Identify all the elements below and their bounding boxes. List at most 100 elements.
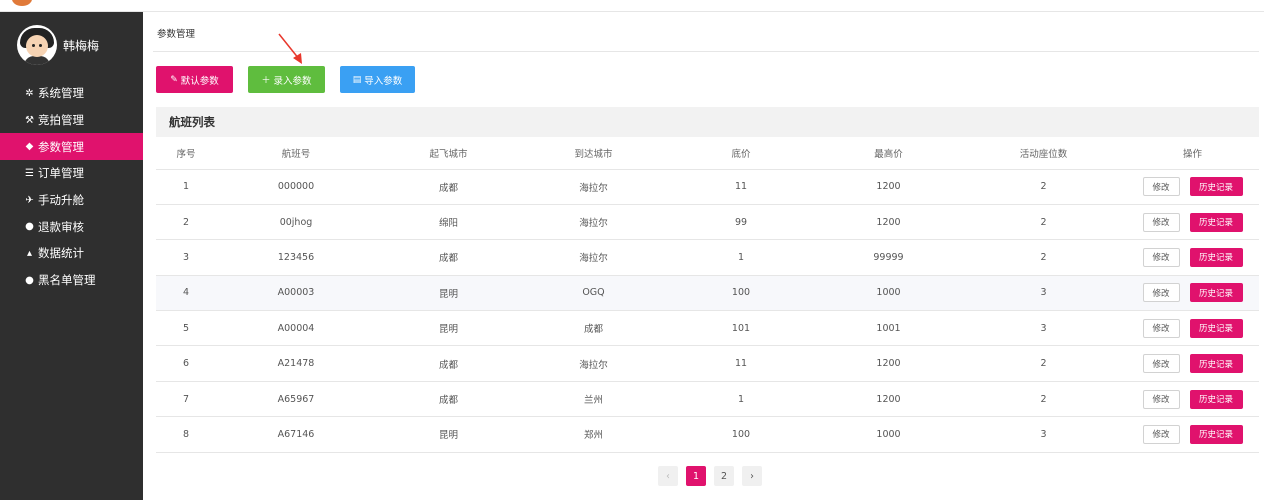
cell-max-price: 1200 <box>816 204 961 241</box>
sidebar-item-orders[interactable]: ☰ 订单管理 <box>0 160 143 187</box>
edit-icon: ✎ <box>170 74 178 85</box>
sidebar-item-params[interactable]: ◆ 参数管理 <box>0 133 143 161</box>
cell-max-price: 1001 <box>816 310 961 347</box>
annotation-arrow-icon <box>278 33 302 64</box>
sidebar-item-label: 参数管理 <box>38 139 84 154</box>
history-button[interactable]: 历史记录 <box>1189 354 1243 374</box>
page-button-2[interactable]: 2 <box>714 466 734 486</box>
table-row: 3 123456 成都 海拉尔 1 99999 2 修改 历史记录 <box>156 239 1259 276</box>
cell-max-price: 1200 <box>816 169 961 205</box>
cell-index: 3 <box>156 239 216 276</box>
cell-floor-price: 100 <box>666 275 816 312</box>
col-header-arrival: 到达城市 <box>521 137 666 170</box>
cell-max-price: 1000 <box>816 275 961 312</box>
sidebar-item-label: 退款审核 <box>38 219 84 234</box>
flight-table: 序号 航班号 起飞城市 到达城市 底价 最高价 活动座位数 操作 1 00000… <box>156 137 1259 453</box>
divider <box>153 51 1259 52</box>
cell-index: 4 <box>156 275 216 312</box>
cell-arrival: 兰州 <box>521 381 666 418</box>
cell-seats: 2 <box>961 239 1126 276</box>
cell-departure: 绵阳 <box>376 204 521 241</box>
cell-seats: 2 <box>961 204 1126 241</box>
history-button[interactable]: 历史记录 <box>1189 389 1243 409</box>
top-bar <box>0 0 1264 12</box>
cell-arrival: OGQ <box>521 275 666 312</box>
history-button[interactable]: 历史记录 <box>1189 424 1243 444</box>
history-button[interactable]: 历史记录 <box>1189 318 1243 338</box>
cell-floor-price: 99 <box>666 204 816 241</box>
import-params-button[interactable]: ▤ 导入参数 <box>340 66 415 93</box>
sidebar-item-stats[interactable]: ▴ 数据统计 <box>0 240 143 267</box>
edit-button[interactable]: 修改 <box>1142 212 1180 232</box>
cell-departure: 昆明 <box>376 310 521 347</box>
next-page-button[interactable]: › <box>742 466 762 486</box>
table-row: 8 A67146 昆明 郑州 100 1000 3 修改 历史记录 <box>156 416 1259 453</box>
cell-flight-no: A21478 <box>216 345 376 382</box>
table-row: 2 00jhog 绵阳 海拉尔 99 1200 2 修改 历史记录 <box>156 204 1259 241</box>
cell-arrival: 海拉尔 <box>521 239 666 276</box>
cell-actions: 修改 历史记录 <box>1126 204 1259 241</box>
default-params-button[interactable]: ✎ 默认参数 <box>156 66 233 93</box>
cell-flight-no: 123456 <box>216 239 376 276</box>
sidebar-item-blacklist[interactable]: ● 黑名单管理 <box>0 267 143 294</box>
cell-departure: 昆明 <box>376 275 521 312</box>
history-button[interactable]: 历史记录 <box>1189 177 1243 197</box>
history-button[interactable]: 历史记录 <box>1189 212 1243 232</box>
cell-floor-price: 1 <box>666 381 816 418</box>
cell-seats: 2 <box>961 381 1126 418</box>
users-icon: ● <box>25 274 34 286</box>
cell-index: 6 <box>156 345 216 382</box>
cell-seats: 2 <box>961 169 1126 205</box>
cell-seats: 3 <box>961 310 1126 347</box>
default-params-label: 默认参数 <box>180 75 219 87</box>
sidebar-item-refund[interactable]: ● 退款审核 <box>0 213 143 240</box>
cell-arrival: 郑州 <box>521 416 666 453</box>
pagination: ‹ 1 2 › <box>658 466 762 486</box>
edit-button[interactable]: 修改 <box>1142 424 1180 444</box>
table-row: 6 A21478 成都 海拉尔 11 1200 2 修改 历史记录 <box>156 345 1259 382</box>
cell-actions: 修改 历史记录 <box>1126 239 1259 276</box>
history-button[interactable]: 历史记录 <box>1189 283 1243 303</box>
cell-arrival: 成都 <box>521 310 666 347</box>
edit-button[interactable]: 修改 <box>1142 354 1180 374</box>
sidebar-item-system[interactable]: ✲ 系统管理 <box>0 80 143 107</box>
cell-departure: 昆明 <box>376 416 521 453</box>
cell-arrival: 海拉尔 <box>521 169 666 205</box>
user-icon: ● <box>25 221 34 233</box>
table-row: 5 A00004 昆明 成都 101 1001 3 修改 历史记录 <box>156 310 1259 347</box>
add-params-button[interactable]: ＋ 录入参数 <box>248 66 325 93</box>
cell-floor-price: 100 <box>666 416 816 453</box>
cell-index: 2 <box>156 204 216 241</box>
edit-button[interactable]: 修改 <box>1142 318 1180 338</box>
cell-floor-price: 11 <box>666 345 816 382</box>
main-content: 参数管理 ✎ 默认参数 ＋ 录入参数 ▤ 导入参数 航班列表 序号 航班号 起飞… <box>143 12 1264 500</box>
cell-flight-no: A00003 <box>216 275 376 312</box>
page-button-1[interactable]: 1 <box>686 466 706 486</box>
sidebar-item-label: 订单管理 <box>38 166 84 181</box>
prev-page-button[interactable]: ‹ <box>658 466 678 486</box>
edit-button[interactable]: 修改 <box>1142 283 1180 303</box>
import-params-label: 导入参数 <box>364 75 403 87</box>
cell-arrival: 海拉尔 <box>521 204 666 241</box>
cell-flight-no: A67146 <box>216 416 376 453</box>
cell-actions: 修改 历史记录 <box>1126 275 1259 312</box>
table-row: 1 000000 成都 海拉尔 11 1200 2 修改 历史记录 <box>156 169 1259 205</box>
cell-flight-no: 000000 <box>216 169 376 205</box>
col-header-floor-price: 底价 <box>666 137 816 170</box>
edit-button[interactable]: 修改 <box>1142 247 1180 267</box>
history-button[interactable]: 历史记录 <box>1189 247 1243 267</box>
sidebar-item-upgrade[interactable]: ✈ 手动升舱 <box>0 187 143 214</box>
cell-flight-no: A65967 <box>216 381 376 418</box>
cell-seats: 3 <box>961 416 1126 453</box>
tag-icon: ◆ <box>25 141 34 153</box>
avatar <box>17 25 57 65</box>
table-header-row: 序号 航班号 起飞城市 到达城市 底价 最高价 活动座位数 操作 <box>156 137 1259 170</box>
user-profile[interactable]: 韩梅梅 <box>17 25 99 65</box>
edit-button[interactable]: 修改 <box>1142 389 1180 409</box>
sidebar-item-label: 黑名单管理 <box>38 273 96 288</box>
edit-button[interactable]: 修改 <box>1142 177 1180 197</box>
col-header-actions: 操作 <box>1126 137 1259 170</box>
sidebar-item-auction[interactable]: ⚒ 竞拍管理 <box>0 107 143 134</box>
cell-max-price: 1200 <box>816 345 961 382</box>
cell-flight-no: A00004 <box>216 310 376 347</box>
